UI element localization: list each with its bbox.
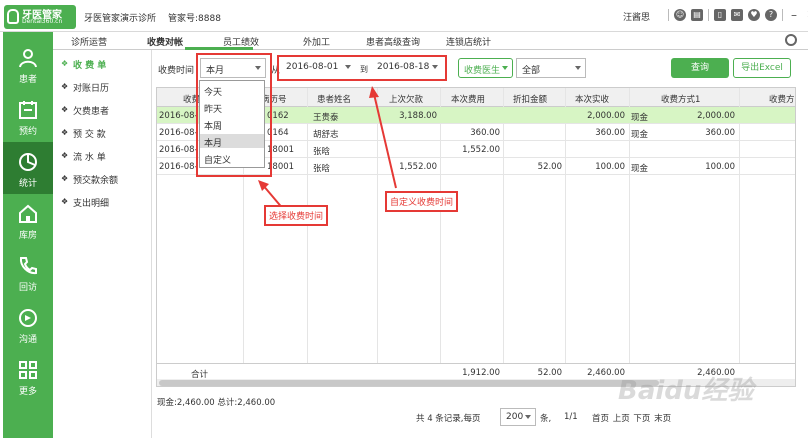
pagination-nav[interactable]: 首页 上页 下页 末页: [592, 412, 671, 424]
payment-summary: 现金:2,460.00 总计:2,460.00: [157, 398, 276, 408]
arrow-head: [369, 86, 379, 98]
record-count: 共 4 条记录,每页: [416, 414, 481, 424]
chevron-down-icon: [525, 415, 531, 419]
page-size-unit: 条,: [540, 414, 552, 424]
page-indicator: 1/1: [564, 412, 578, 422]
watermark: Baidu经验: [618, 376, 754, 406]
annotation-select-time: 选择收费时间: [264, 205, 329, 226]
annotation-custom-time: 自定义收费时间: [385, 191, 459, 212]
arrow-line: [373, 93, 397, 189]
page-size-select[interactable]: 200: [500, 408, 536, 426]
